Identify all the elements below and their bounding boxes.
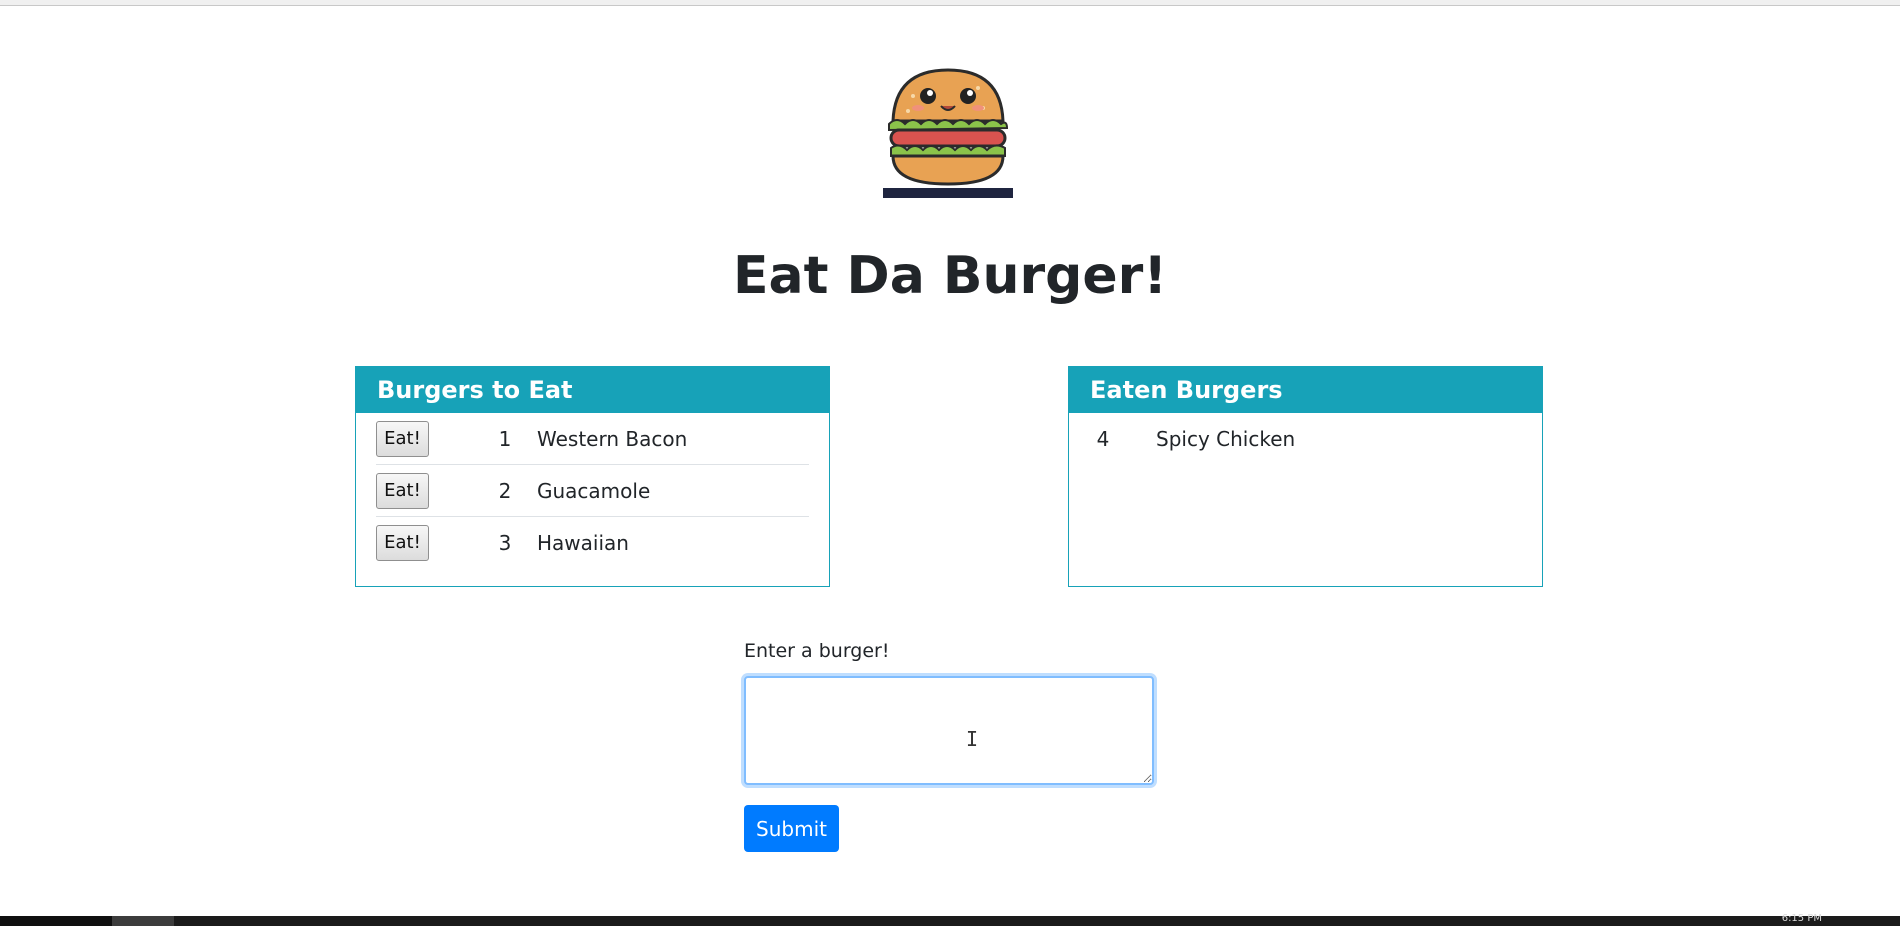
burger-row: Eat! 1 Western Bacon: [376, 413, 809, 465]
taskbar-clock: 6:15 PM: [1781, 913, 1822, 924]
eat-button[interactable]: Eat!: [376, 420, 429, 457]
eaten-burgers-card: Eaten Burgers 4 Spicy Chicken: [1068, 366, 1543, 587]
submit-button[interactable]: Submit: [744, 805, 839, 852]
burger-logo: [883, 68, 1013, 198]
burger-name: Hawaiian: [537, 530, 629, 555]
burger-row: Eat! 3 Hawaiian: [376, 517, 809, 568]
burger-id: 3: [498, 530, 512, 555]
burger-id: 1: [498, 426, 512, 451]
taskbar-app-button[interactable]: [112, 916, 174, 926]
start-button[interactable]: [0, 916, 112, 926]
eat-button[interactable]: Eat!: [376, 472, 429, 509]
burgers-to-eat-card: Burgers to Eat Eat! 1 Western Bacon Eat!…: [355, 366, 830, 587]
burgers-to-eat-header: Burgers to Eat: [356, 367, 829, 413]
eaten-burger-row: 4 Spicy Chicken: [1089, 413, 1522, 464]
burger-name: Western Bacon: [537, 426, 688, 451]
burger-input[interactable]: [744, 676, 1154, 785]
text-cursor-icon: I: [966, 727, 979, 751]
eat-button[interactable]: Eat!: [376, 524, 429, 561]
burger-name: Spicy Chicken: [1156, 426, 1296, 451]
eaten-burgers-list: 4 Spicy Chicken: [1069, 413, 1542, 464]
eaten-burgers-header: Eaten Burgers: [1069, 367, 1542, 413]
burger-row: Eat! 2 Guacamole: [376, 465, 809, 517]
burger-input-label: Enter a burger!: [744, 640, 890, 662]
burgers-to-eat-list: Eat! 1 Western Bacon Eat! 2 Guacamole Ea…: [356, 413, 829, 568]
burger-id: 4: [1096, 426, 1110, 451]
browser-top-border: [0, 0, 1900, 6]
burger-id: 2: [498, 478, 512, 503]
page-title: Eat Da Burger!: [732, 246, 1168, 306]
burger-name: Guacamole: [537, 478, 651, 503]
taskbar: 6:15 PM: [0, 913, 1900, 926]
